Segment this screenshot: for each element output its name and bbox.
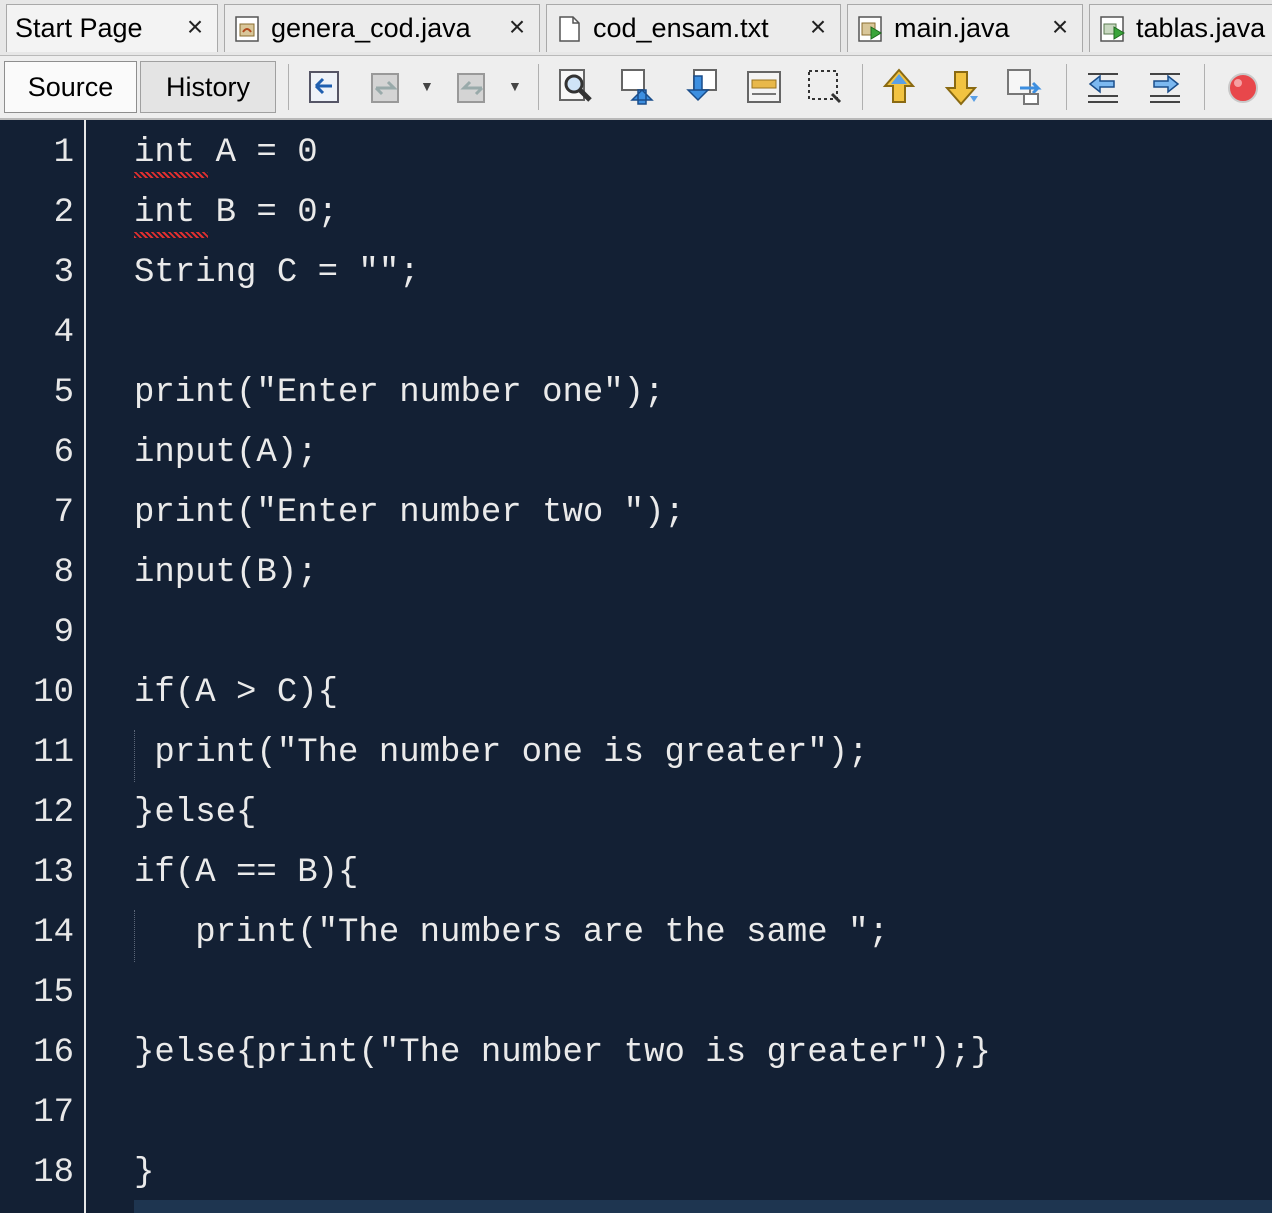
line-number: 12	[33, 794, 74, 832]
editor-tab-bar: Start Page × genera_cod.java × cod_ensam…	[0, 0, 1272, 56]
line-number-gutter: 1 2 3 4 5 6 7 8 9 10 11 12 13 14 15 16 1…	[0, 120, 86, 1213]
code-line[interactable]: }else{print("The number two is greater")…	[134, 1023, 991, 1083]
editor-toolbar: Source History ▼ ▼	[0, 56, 1272, 120]
close-icon[interactable]: ×	[503, 11, 531, 43]
close-icon[interactable]: ×	[804, 11, 832, 43]
history-button[interactable]: History	[140, 61, 276, 113]
close-icon[interactable]: ×	[181, 11, 209, 43]
code-line[interactable]: input(B);	[134, 543, 318, 603]
line-number: 14	[33, 914, 74, 952]
current-line-highlight	[134, 1200, 1272, 1213]
code-line[interactable]: print("The numbers are the same ";	[134, 903, 889, 963]
code-line[interactable]: String C = "";	[134, 243, 420, 303]
toolbar-separator	[288, 64, 289, 110]
forward-icon[interactable]	[452, 66, 494, 108]
tab-start-page[interactable]: Start Page ×	[6, 4, 218, 52]
line-number: 1	[53, 134, 74, 172]
close-icon[interactable]: ×	[1046, 11, 1074, 43]
line-number: 10	[33, 674, 74, 712]
code-line[interactable]: print("The number one is greater");	[134, 723, 868, 783]
java-main-file-icon	[858, 15, 882, 42]
line-number: 8	[53, 554, 74, 592]
last-edit-icon[interactable]	[304, 66, 346, 108]
source-button[interactable]: Source	[4, 61, 137, 113]
tab-tablas-java[interactable]: tablas.java	[1089, 4, 1272, 52]
toolbar-separator	[1204, 64, 1205, 110]
line-number: 13	[33, 854, 74, 892]
line-number: 5	[53, 374, 74, 412]
toolbar-separator	[862, 64, 863, 110]
toolbar-separator	[1066, 64, 1067, 110]
text-file-icon	[559, 15, 580, 42]
code-line[interactable]: if(A == B){	[134, 843, 358, 903]
tab-cod-ensam-txt[interactable]: cod_ensam.txt ×	[546, 4, 841, 52]
error-underline	[134, 172, 208, 178]
find-icon[interactable]	[554, 66, 596, 108]
find-next-icon[interactable]	[680, 66, 722, 108]
tab-label: genera_cod.java	[271, 13, 471, 43]
line-number: 2	[53, 194, 74, 232]
line-number: 11	[33, 734, 74, 772]
previous-bookmark-icon[interactable]	[878, 66, 920, 108]
toggle-rectangular-selection-icon[interactable]	[804, 66, 846, 108]
code-line[interactable]: input(A);	[134, 423, 318, 483]
code-line[interactable]: }else{	[134, 783, 256, 843]
line-number: 3	[53, 254, 74, 292]
toolbar-separator	[538, 64, 539, 110]
tab-label: tablas.java	[1136, 13, 1266, 43]
line-number: 7	[53, 494, 74, 532]
line-number: 9	[53, 614, 74, 652]
back-icon[interactable]	[366, 66, 408, 108]
tab-genera-cod-java[interactable]: genera_cod.java ×	[224, 4, 540, 52]
tab-main-java[interactable]: main.java ×	[847, 4, 1083, 52]
code-editor[interactable]: 1 2 3 4 5 6 7 8 9 10 11 12 13 14 15 16 1…	[0, 120, 1272, 1213]
find-previous-icon[interactable]	[618, 66, 660, 108]
error-underline	[134, 232, 208, 238]
next-bookmark-icon[interactable]	[940, 66, 982, 108]
shift-line-right-icon[interactable]	[1144, 66, 1186, 108]
line-number: 18	[33, 1154, 74, 1192]
code-line[interactable]: print("Enter number two ");	[134, 483, 685, 543]
line-number: 16	[33, 1034, 74, 1072]
java-file-icon	[235, 15, 259, 42]
code-line[interactable]: print("Enter number one");	[134, 363, 665, 423]
code-line[interactable]: if(A > C){	[134, 663, 338, 723]
code-line[interactable]: }	[134, 1143, 154, 1203]
back-dropdown-icon[interactable]: ▼	[420, 78, 434, 94]
line-number: 15	[33, 974, 74, 1012]
tab-label: main.java	[894, 13, 1010, 43]
line-number: 17	[33, 1094, 74, 1132]
shift-line-left-icon[interactable]	[1082, 66, 1124, 108]
find-selection-icon[interactable]	[744, 66, 786, 108]
line-number: 6	[53, 434, 74, 472]
tab-label: Start Page	[15, 13, 143, 43]
line-number: 4	[53, 314, 74, 352]
java-run-file-icon	[1100, 15, 1125, 42]
forward-dropdown-icon[interactable]: ▼	[508, 78, 522, 94]
tab-label: cod_ensam.txt	[593, 13, 769, 43]
toggle-bookmark-icon[interactable]	[1004, 66, 1046, 108]
start-macro-recording-icon[interactable]	[1222, 66, 1264, 108]
